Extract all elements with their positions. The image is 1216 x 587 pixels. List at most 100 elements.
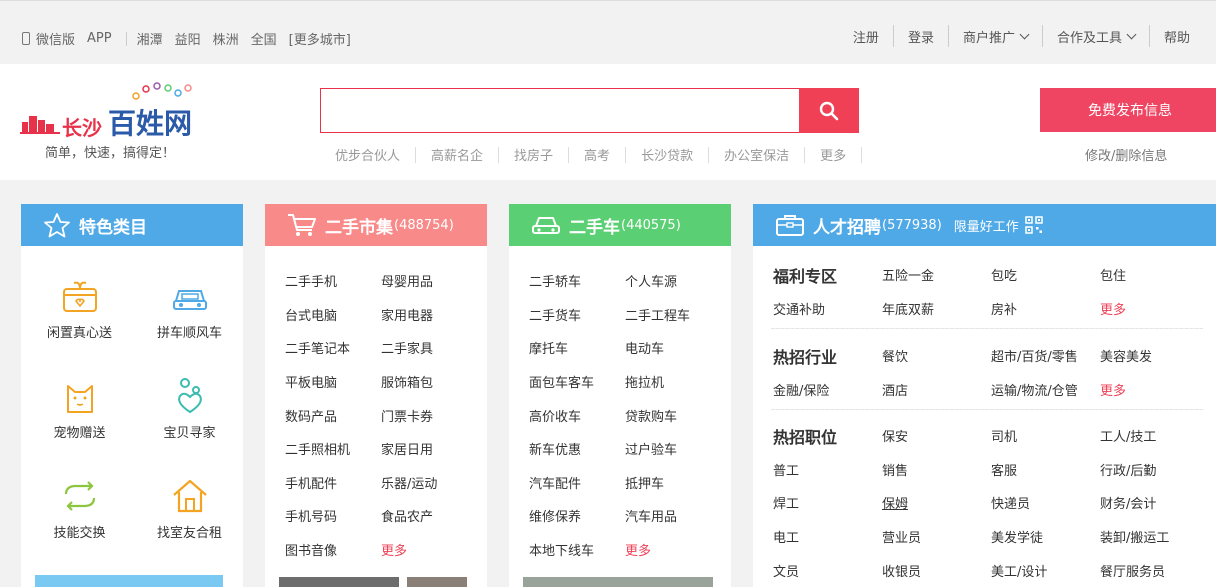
job-link[interactable]: 保安 <box>882 426 908 445</box>
secondhand-card-header[interactable]: 二手市集 (488754) <box>265 204 487 246</box>
job-link[interactable]: 房补 <box>991 299 1017 318</box>
qr-code-icon[interactable] <box>1025 216 1043 234</box>
category-link[interactable]: 手机号码 <box>285 506 337 525</box>
thumbnail-image[interactable] <box>523 577 713 587</box>
job-link[interactable]: 财务/会计 <box>1100 493 1156 512</box>
category-link[interactable]: 贷款购车 <box>625 406 677 425</box>
edit-delete-link[interactable]: 修改/删除信息 <box>1085 145 1167 164</box>
hot-link[interactable]: 高考 <box>569 145 625 164</box>
publish-free-button[interactable]: 免费发布信息 <box>1040 88 1216 132</box>
category-link[interactable]: 二手手机 <box>285 271 337 290</box>
featured-item-baby[interactable]: 宝贝寻家 <box>134 376 243 441</box>
job-link[interactable]: 装卸/搬运工 <box>1100 527 1169 546</box>
featured-item-roommate[interactable]: 找室友合租 <box>134 476 243 541</box>
city-link-xiangtan[interactable]: 湘潭 <box>137 29 163 48</box>
job-link[interactable]: 客服 <box>991 460 1017 479</box>
search-button[interactable] <box>799 88 859 133</box>
category-link[interactable]: 过户验车 <box>625 439 677 458</box>
job-link[interactable]: 收银员 <box>882 561 921 580</box>
job-link[interactable]: 美发学徒 <box>991 527 1043 546</box>
job-link[interactable]: 文员 <box>773 561 799 580</box>
category-link[interactable]: 拖拉机 <box>625 372 664 391</box>
featured-item-skills[interactable]: 技能交换 <box>24 476 135 541</box>
job-link[interactable]: 超市/百货/零售 <box>991 346 1078 365</box>
job-link[interactable]: 餐厅服务员 <box>1100 561 1165 580</box>
wechat-version-link[interactable]: 微信版 <box>36 29 75 48</box>
category-link[interactable]: 二手货车 <box>529 305 581 324</box>
jobs-card-header[interactable]: 人才招聘 (577938) 限量好工作 <box>753 204 1216 246</box>
featured-card-header[interactable]: 特色类目 <box>21 204 243 246</box>
cooperation-tools-menu[interactable]: 合作及工具 <box>1043 27 1149 46</box>
category-link[interactable]: 维修保养 <box>529 506 581 525</box>
category-link[interactable]: 二手轿车 <box>529 271 581 290</box>
thumbnail-image[interactable] <box>407 577 467 587</box>
job-link[interactable]: 普工 <box>773 460 799 479</box>
category-link[interactable]: 平板电脑 <box>285 372 337 391</box>
category-link[interactable]: 家用电器 <box>381 305 433 324</box>
search-input[interactable] <box>321 89 800 132</box>
category-link[interactable]: 高价收车 <box>529 406 581 425</box>
job-link[interactable]: 包住 <box>1100 265 1126 284</box>
category-link[interactable]: 服饰箱包 <box>381 372 433 391</box>
category-link[interactable]: 图书音像 <box>285 540 337 559</box>
hot-link-more[interactable]: 更多 <box>805 145 861 164</box>
city-link-yiyang[interactable]: 益阳 <box>175 29 201 48</box>
city-link-national[interactable]: 全国 <box>251 29 277 48</box>
job-link[interactable]: 行政/后勤 <box>1100 460 1156 479</box>
category-link[interactable]: 食品农产 <box>381 506 433 525</box>
category-link[interactable]: 个人车源 <box>625 271 677 290</box>
city-link-zhuzhou[interactable]: 株洲 <box>213 29 239 48</box>
job-link[interactable]: 销售 <box>882 460 908 479</box>
merchant-promo-menu[interactable]: 商户推广 <box>949 27 1042 46</box>
job-link[interactable]: 年底双薪 <box>882 299 934 318</box>
category-link[interactable]: 门票卡券 <box>381 406 433 425</box>
category-link[interactable]: 台式电脑 <box>285 305 337 324</box>
job-link[interactable]: 餐饮 <box>882 346 908 365</box>
job-link[interactable]: 司机 <box>991 426 1017 445</box>
category-link[interactable]: 抵押车 <box>625 473 664 492</box>
job-link[interactable]: 运输/物流/仓管 <box>991 380 1078 399</box>
category-link[interactable]: 手机配件 <box>285 473 337 492</box>
category-link[interactable]: 汽车配件 <box>529 473 581 492</box>
job-link[interactable]: 电工 <box>773 527 799 546</box>
app-link[interactable]: APP <box>87 31 112 46</box>
job-link[interactable]: 保姆 <box>882 493 908 512</box>
featured-item-pet[interactable]: 宠物赠送 <box>24 376 135 441</box>
jobs-group-heading[interactable]: 福利专区 <box>773 263 837 287</box>
category-link[interactable]: 摩托车 <box>529 338 568 357</box>
hot-link[interactable]: 优步合伙人 <box>320 145 415 164</box>
category-link[interactable]: 本地下线车 <box>529 540 594 559</box>
category-link[interactable]: 汽车用品 <box>625 506 677 525</box>
thumbnail-image[interactable] <box>279 577 399 587</box>
job-link[interactable]: 交通补助 <box>773 299 825 318</box>
job-link[interactable]: 快递员 <box>991 493 1030 512</box>
job-link[interactable]: 美工/设计 <box>991 561 1047 580</box>
job-link[interactable]: 美容美发 <box>1100 346 1152 365</box>
job-link[interactable]: 工人/技工 <box>1100 426 1156 445</box>
category-link[interactable]: 电动车 <box>625 338 664 357</box>
featured-item-carpool[interactable]: 拼车顺风车 <box>134 276 243 341</box>
hot-link[interactable]: 长沙贷款 <box>626 145 708 164</box>
hot-link[interactable]: 办公室保洁 <box>709 145 804 164</box>
jobs-sub-label[interactable]: 限量好工作 <box>954 216 1019 235</box>
jobs-group-heading[interactable]: 热招行业 <box>773 344 837 368</box>
more-link[interactable]: 更多 <box>625 540 651 559</box>
help-link[interactable]: 帮助 <box>1150 27 1204 46</box>
job-link[interactable]: 焊工 <box>773 493 799 512</box>
more-link[interactable]: 更多 <box>1100 380 1126 399</box>
register-link[interactable]: 注册 <box>839 27 893 46</box>
featured-banner[interactable] <box>35 575 223 587</box>
category-link[interactable]: 家居日用 <box>381 439 433 458</box>
job-link[interactable]: 酒店 <box>882 380 908 399</box>
login-link[interactable]: 登录 <box>894 27 948 46</box>
job-link[interactable]: 包吃 <box>991 265 1017 284</box>
featured-item-gift[interactable]: 闲置真心送 <box>24 276 135 341</box>
more-cities-link[interactable]: [更多城市] <box>289 29 351 48</box>
category-link[interactable]: 面包车客车 <box>529 372 594 391</box>
category-link[interactable]: 母婴用品 <box>381 271 433 290</box>
category-link[interactable]: 二手工程车 <box>625 305 690 324</box>
hot-link[interactable]: 找房子 <box>499 145 568 164</box>
category-link[interactable]: 新车优惠 <box>529 439 581 458</box>
category-link[interactable]: 二手照相机 <box>285 439 350 458</box>
job-link[interactable]: 五险一金 <box>882 265 934 284</box>
